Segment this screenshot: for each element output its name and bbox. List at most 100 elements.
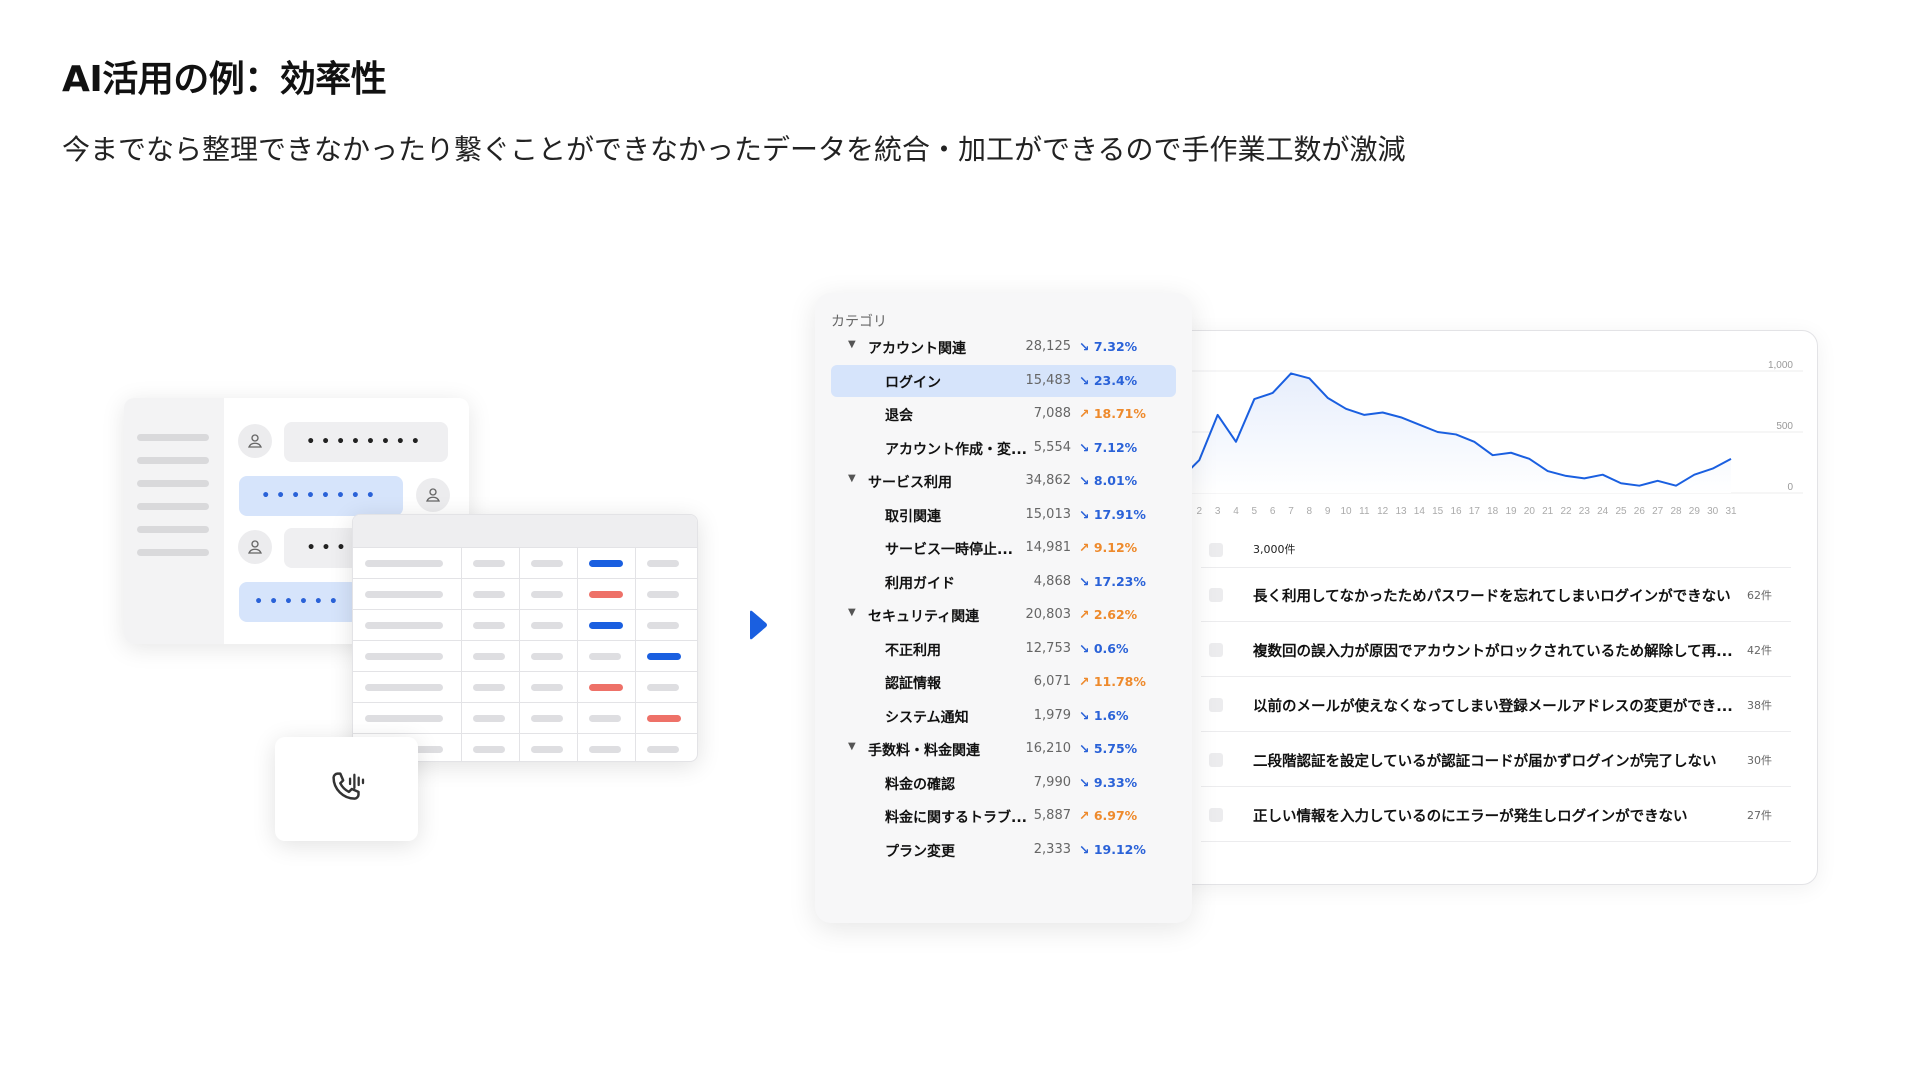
row-checkbox[interactable] xyxy=(1209,588,1223,602)
trend-down-icon: ↘ xyxy=(1079,707,1094,723)
category-item-row[interactable]: 料金に関するトラブ... 5,887 ↗ 6.97% xyxy=(831,800,1176,832)
category-count: 16,210 xyxy=(1025,741,1072,756)
row-checkbox[interactable] xyxy=(1209,643,1223,657)
table-row xyxy=(353,640,697,671)
table-row xyxy=(353,671,697,702)
table-cell-placeholder xyxy=(473,560,505,567)
category-count: 15,483 xyxy=(1025,372,1072,388)
trend-down-icon: ↘ xyxy=(1079,640,1094,656)
category-group-row[interactable]: ▼ アカウント関連 28,125 ↘ 7.32% xyxy=(831,331,1176,363)
x-tick-label: 2 xyxy=(1197,506,1203,517)
table-cell-placeholder xyxy=(531,622,563,629)
table-cell-placeholder xyxy=(365,653,443,660)
category-item-row[interactable]: 取引関連 15,013 ↘ 17.91% xyxy=(831,499,1176,531)
category-item-row[interactable]: 料金の確認 7,990 ↘ 9.33% xyxy=(831,767,1176,799)
trend-up-badge: ↗ 6.97% xyxy=(1079,808,1137,823)
table-cell-placeholder xyxy=(531,653,563,660)
user-icon xyxy=(416,478,450,512)
category-count: 7,088 xyxy=(1033,406,1071,421)
category-item-row[interactable]: システム通知 1,979 ↘ 1.6% xyxy=(831,700,1176,732)
caret-down-icon[interactable]: ▼ xyxy=(848,339,856,350)
caret-down-icon[interactable]: ▼ xyxy=(848,473,856,484)
password-mask-field: •••••• xyxy=(239,582,359,622)
trend-value: 9.33% xyxy=(1093,774,1138,790)
x-tick-label: 20 xyxy=(1524,506,1536,517)
category-count: 5,887 xyxy=(1033,808,1071,823)
list-item[interactable]: 複数回の誤入力が原因でアカウントがロックされているため解除して再... 42件 xyxy=(1201,623,1791,677)
trend-up-badge: ↗ 18.71% xyxy=(1079,406,1146,421)
trend-down-icon: ↘ xyxy=(1079,741,1094,756)
caret-down-icon[interactable]: ▼ xyxy=(848,607,856,618)
list-item[interactable]: 長く利用してなかったためパスワードを忘れてしまいログインができない 62件 xyxy=(1201,568,1791,622)
password-mask-field: •••••••• xyxy=(284,422,448,462)
table-row xyxy=(353,702,697,733)
category-name: サービス利用 xyxy=(868,475,952,491)
table-cell-placeholder xyxy=(647,746,679,753)
trend-value: 5.75% xyxy=(1093,741,1138,756)
row-checkbox[interactable] xyxy=(1209,698,1223,712)
list-item-text: 正しい情報を入力しているのにエラーが発生しログインができない xyxy=(1253,809,1688,825)
table-cell-placeholder xyxy=(589,591,623,598)
trend-value: 9.12% xyxy=(1093,540,1138,555)
table-cell-placeholder xyxy=(365,591,443,598)
x-tick-label: 22 xyxy=(1560,506,1572,517)
trend-up-icon: ↗ xyxy=(1079,406,1094,421)
category-item-row[interactable]: 認証情報 6,071 ↗ 11.78% xyxy=(831,666,1176,698)
category-count: 6,071 xyxy=(1033,674,1071,689)
x-tick-label: 25 xyxy=(1615,506,1627,517)
category-name: 退会 xyxy=(885,408,913,424)
user-icon xyxy=(238,424,272,458)
trend-value: 19.12% xyxy=(1093,841,1146,857)
table-cell-placeholder xyxy=(365,622,443,629)
category-name: 料金の確認 xyxy=(885,776,955,793)
category-item-row[interactable]: 退会 7,088 ↗ 18.71% xyxy=(831,398,1176,430)
trend-down-icon: ↘ xyxy=(1079,372,1094,388)
table-cell-placeholder xyxy=(473,746,505,753)
trend-down-icon: ↘ xyxy=(1079,774,1094,790)
category-item-row[interactable]: アカウント作成・変... 5,554 ↘ 7.12% xyxy=(831,432,1176,464)
category-name: 手数料・料金関連 xyxy=(868,743,980,759)
category-group-row[interactable]: ▼ サービス利用 34,862 ↘ 8.01% xyxy=(831,465,1176,497)
trend-up-icon: ↗ xyxy=(1079,674,1094,689)
trend-down-icon: ↘ xyxy=(1079,506,1094,522)
list-item[interactable]: 二段階認証を設定しているが認証コードが届かずログインが完了しない 30件 xyxy=(1201,733,1791,787)
trend-value: 17.91% xyxy=(1093,506,1146,522)
trend-value: 7.12% xyxy=(1093,439,1138,455)
category-item-row[interactable]: プラン変更 2,333 ↘ 19.12% xyxy=(831,834,1176,866)
row-checkbox[interactable] xyxy=(1209,753,1223,767)
trend-up-icon: ↗ xyxy=(1079,808,1094,823)
area-fill xyxy=(1181,373,1731,493)
trend-value: 8.01% xyxy=(1093,473,1138,488)
x-tick-label: 7 xyxy=(1288,506,1294,517)
list-item[interactable]: 正しい情報を入力しているのにエラーが発生しログインができない 27件 xyxy=(1201,788,1791,842)
table-cell-placeholder xyxy=(473,715,505,722)
sidebar-placeholder xyxy=(124,398,224,644)
category-item-row[interactable]: 不正利用 12,753 ↘ 0.6% xyxy=(831,633,1176,665)
category-count: 1,979 xyxy=(1033,707,1071,723)
category-name: アカウント作成・変... xyxy=(885,441,1027,458)
category-count: 2,333 xyxy=(1033,841,1071,857)
category-name: 認証情報 xyxy=(885,676,941,692)
trend-value: 2.62% xyxy=(1093,607,1138,622)
row-checkbox[interactable] xyxy=(1209,808,1223,822)
trend-value: 0.6% xyxy=(1093,640,1129,656)
x-tick-label: 3 xyxy=(1215,506,1221,517)
trend-down-icon: ↘ xyxy=(1079,439,1094,455)
x-tick-label: 23 xyxy=(1579,506,1591,517)
x-tick-label: 11 xyxy=(1359,506,1370,517)
list-item[interactable]: 以前のメールが使えなくなってしまい登録メールアドレスの変更ができ... 38件 xyxy=(1201,678,1791,732)
category-group-row[interactable]: ▼ 手数料・料金関連 16,210 ↘ 5.75% xyxy=(831,733,1176,765)
trend-down-badge: ↘ 1.6% xyxy=(1079,708,1129,723)
trend-value: 1.6% xyxy=(1093,707,1129,723)
caret-down-icon[interactable]: ▼ xyxy=(848,741,856,752)
category-item-row[interactable]: 利用ガイド 4,868 ↘ 17.23% xyxy=(831,566,1176,598)
category-item-row[interactable]: サービス一時停止... 14,981 ↗ 9.12% xyxy=(831,532,1176,564)
category-count: 15,013 xyxy=(1025,506,1072,522)
table-cell-placeholder xyxy=(531,560,563,567)
x-tick-label: 19 xyxy=(1505,506,1517,517)
category-group-row[interactable]: ▼ セキュリティ関連 20,803 ↗ 2.62% xyxy=(831,599,1176,631)
select-all-checkbox[interactable] xyxy=(1209,543,1223,557)
category-name: プラン変更 xyxy=(885,843,955,860)
category-item-row[interactable]: ログイン 15,483 ↘ 23.4% xyxy=(831,364,1176,397)
x-tick-label: 31 xyxy=(1725,506,1737,517)
